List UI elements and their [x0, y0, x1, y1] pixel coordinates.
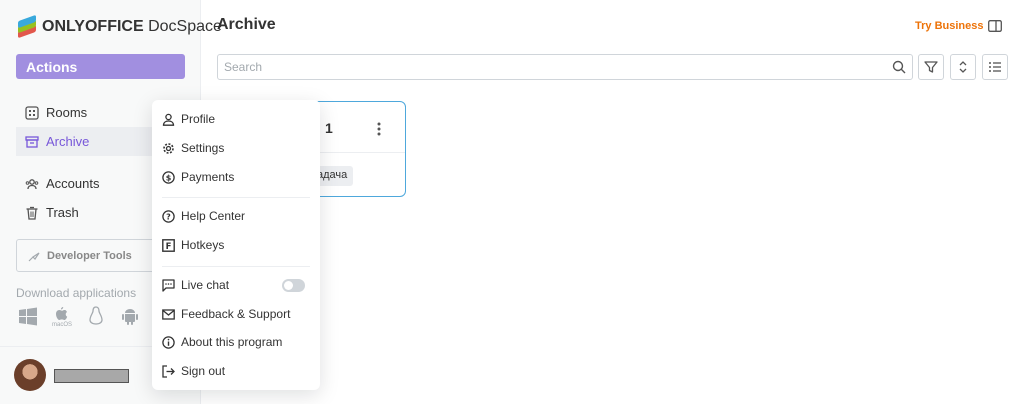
accounts-icon — [25, 177, 39, 191]
sidebar-item-label: Rooms — [46, 105, 88, 120]
menu-item-label: Feedback & Support — [181, 307, 291, 321]
actions-button[interactable]: Actions — [16, 54, 185, 79]
menu-item-profile[interactable]: Profile — [152, 105, 320, 133]
logo-text: ONLYOFFICE DocSpace — [42, 18, 222, 35]
info-icon — [162, 335, 175, 349]
sidebar-item-label: Archive — [46, 134, 90, 149]
room-card-title: 1 — [325, 120, 333, 136]
menu-item-settings[interactable]: Settings — [152, 134, 320, 162]
linux-icon[interactable] — [86, 306, 106, 328]
onlyoffice-logo-icon — [16, 14, 38, 39]
macos-icon[interactable]: macOS — [52, 306, 72, 328]
menu-item-help-center[interactable]: ? Help Center — [152, 202, 320, 230]
sort-button[interactable] — [950, 54, 976, 80]
menu-item-label: Help Center — [181, 209, 246, 223]
payments-icon: $ — [162, 170, 175, 184]
menu-separator — [162, 197, 310, 198]
help-icon: ? — [162, 209, 175, 223]
menu-item-payments[interactable]: $ Payments — [152, 163, 320, 191]
search-input[interactable] — [218, 55, 878, 79]
filter-button[interactable] — [918, 54, 944, 80]
hotkeys-icon: F — [162, 238, 175, 252]
search-icon[interactable] — [892, 60, 906, 74]
trash-icon — [25, 206, 39, 220]
info-panel-toggle-icon[interactable] — [988, 20, 1002, 32]
archive-icon — [25, 135, 39, 149]
try-business-link[interactable]: Try Business — [915, 20, 983, 32]
developer-tools-label: Developer Tools — [47, 249, 132, 262]
menu-item-label: Hotkeys — [181, 238, 225, 252]
menu-item-about[interactable]: About this program — [152, 328, 320, 356]
menu-item-live-chat[interactable]: Live chat — [152, 271, 320, 299]
search-field[interactable] — [217, 54, 913, 80]
menu-item-label: About this program — [181, 335, 283, 349]
menu-item-label: Settings — [181, 141, 225, 155]
chat-icon — [162, 278, 175, 292]
svg-text:?: ? — [166, 212, 171, 221]
rooms-icon — [25, 105, 39, 120]
profile-dropdown-menu: Profile Settings $ Payments ? Help Cente… — [152, 100, 320, 390]
download-apps-row: macOS iO — [18, 306, 168, 328]
sidebar-item-label: Accounts — [46, 176, 100, 191]
settings-icon — [162, 142, 175, 155]
page-title: Archive — [217, 16, 276, 33]
svg-text:$: $ — [166, 173, 172, 182]
view-toggle-button[interactable] — [982, 54, 1008, 80]
menu-item-sign-out[interactable]: Sign out — [152, 357, 320, 385]
menu-item-label: Payments — [181, 170, 235, 184]
svg-text:F: F — [166, 242, 172, 252]
menu-item-label: Live chat — [181, 278, 230, 292]
menu-item-hotkeys[interactable]: F Hotkeys — [152, 231, 320, 259]
sidebar-item-label: Trash — [46, 205, 79, 220]
sign-out-icon — [162, 364, 175, 378]
sort-icon — [959, 61, 967, 73]
profile-icon — [162, 113, 175, 126]
avatar[interactable] — [14, 359, 46, 391]
menu-item-label: Profile — [181, 112, 216, 126]
android-icon[interactable] — [120, 306, 140, 328]
user-name-redacted — [54, 369, 129, 383]
mail-icon — [162, 308, 175, 321]
filter-icon — [924, 61, 938, 73]
menu-item-label: Sign out — [181, 364, 226, 378]
developer-tools-icon — [28, 252, 40, 261]
menu-item-feedback-support[interactable]: Feedback & Support — [152, 300, 320, 328]
macos-caption: macOS — [52, 322, 73, 328]
list-view-icon — [989, 62, 1001, 72]
app-logo[interactable]: ONLYOFFICE DocSpace — [16, 14, 222, 39]
windows-icon[interactable] — [18, 306, 38, 328]
live-chat-toggle[interactable] — [282, 279, 305, 292]
menu-separator — [162, 266, 310, 267]
vertical-dots-icon[interactable] — [377, 122, 381, 136]
download-applications-title: Download applications — [16, 286, 137, 300]
